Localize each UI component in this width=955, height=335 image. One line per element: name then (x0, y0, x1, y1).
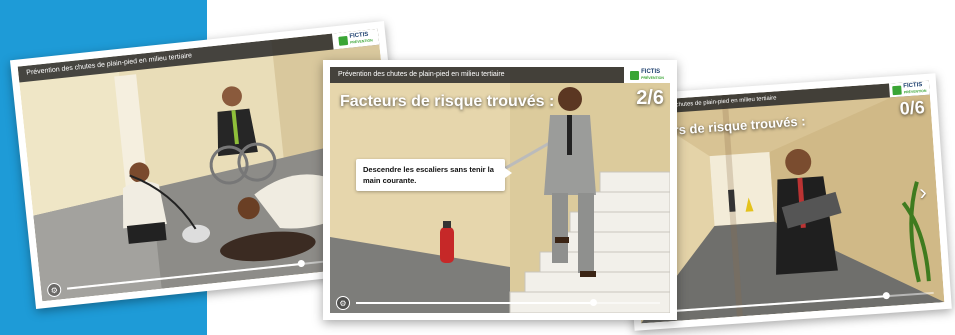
next-arrow-icon[interactable]: › (918, 179, 927, 204)
logo-mark-icon (630, 70, 640, 80)
progress-knob[interactable] (297, 259, 305, 268)
fictis-logo: FICTIS PRÉVENTION (624, 67, 670, 83)
risk-counter: 0/6 (899, 97, 926, 119)
progress-bar[interactable] (356, 299, 660, 306)
fictis-logo: FICTIS PRÉVENTION (888, 80, 930, 98)
logo-subtext: PRÉVENTION (903, 88, 927, 95)
risk-counter: 2/6 (636, 87, 664, 109)
logo-mark-icon (892, 85, 902, 95)
player-controls: ⚙ (330, 293, 670, 313)
settings-icon[interactable]: ⚙ (46, 282, 62, 298)
progress-knob[interactable] (882, 291, 890, 300)
logo-subtext: PRÉVENTION (641, 76, 664, 80)
logo-subtext: PRÉVENTION (349, 38, 373, 45)
risk-factors-heading: Facteurs de risque trouvés : (340, 93, 555, 110)
settings-icon[interactable]: ⚙ (336, 296, 350, 310)
slide-title-bar: Prévention des chutes de plain-pied en m… (330, 67, 670, 83)
module-title: Prévention des chutes de plain-pied en m… (338, 71, 505, 78)
progress-fill (356, 302, 594, 304)
slide-screen: Prévention des chutes de plain-pied en m… (330, 67, 670, 313)
logo-mark-icon (338, 35, 349, 46)
risk-factor-callout: Descendre les escaliers sans tenir la ma… (356, 159, 512, 191)
progress-knob[interactable] (590, 299, 598, 306)
slide-card-2: Prévention des chutes de plain-pied en m… (323, 60, 677, 320)
